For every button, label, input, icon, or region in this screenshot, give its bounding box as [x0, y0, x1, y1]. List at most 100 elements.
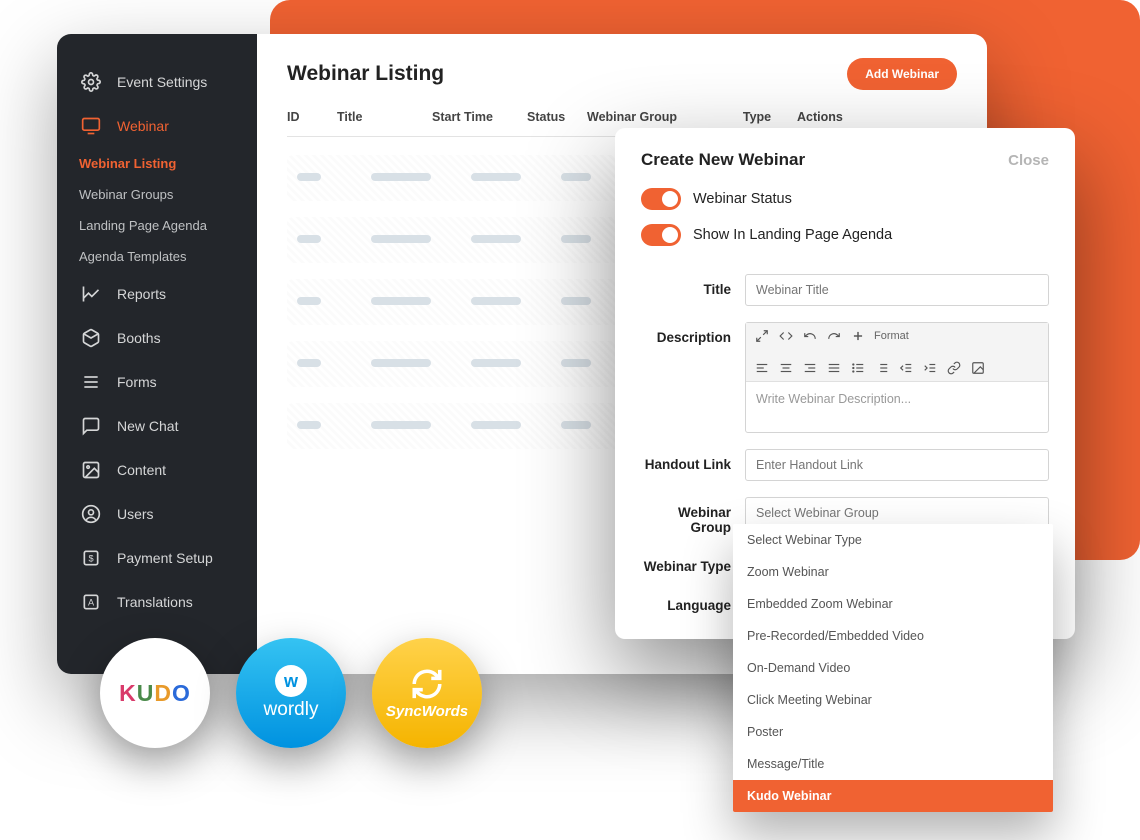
- sidebar-item-content[interactable]: Content: [57, 448, 257, 492]
- chart-icon: [79, 284, 103, 304]
- align-center-icon[interactable]: [778, 360, 794, 376]
- kudo-logo: KUDO: [100, 638, 210, 748]
- field-label: Webinar Group: [641, 497, 745, 535]
- field-label: Webinar Type: [641, 551, 745, 574]
- user-icon: [79, 504, 103, 524]
- toggle-webinar-status-row: Webinar Status: [641, 188, 1049, 210]
- plus-icon[interactable]: [850, 328, 866, 344]
- kudo-logo-text: KUDO: [119, 680, 191, 707]
- col-type: Type: [717, 110, 797, 124]
- gear-icon: [79, 72, 103, 92]
- col-start-time: Start Time: [432, 110, 527, 124]
- field-label: Description: [641, 322, 745, 345]
- svg-text:$: $: [88, 553, 93, 563]
- sidebar-sub-webinar-groups[interactable]: Webinar Groups: [57, 179, 257, 210]
- sidebar-item-translations[interactable]: A Translations: [57, 580, 257, 624]
- sidebar-item-label: Reports: [117, 286, 166, 302]
- create-panel-title: Create New Webinar: [641, 150, 805, 170]
- sidebar-item-label: Users: [117, 506, 154, 522]
- dropdown-option[interactable]: Embedded Zoom Webinar: [733, 588, 1053, 620]
- sidebar-sub-landing-page-agenda[interactable]: Landing Page Agenda: [57, 210, 257, 241]
- image-insert-icon[interactable]: [970, 360, 986, 376]
- editor-toolbar: Format: [746, 323, 1048, 382]
- image-icon: [79, 460, 103, 480]
- wordly-logo-text: wordly: [264, 699, 319, 721]
- undo-icon[interactable]: [802, 328, 818, 344]
- sidebar-item-label: Forms: [117, 374, 157, 390]
- dropdown-option[interactable]: Pre-Recorded/Embedded Video: [733, 620, 1053, 652]
- sidebar-item-label: Content: [117, 462, 166, 478]
- dollar-icon: $: [79, 548, 103, 568]
- page-header: Webinar Listing Add Webinar: [287, 58, 957, 90]
- sidebar-item-label: Translations: [117, 594, 193, 610]
- title-input[interactable]: [745, 274, 1049, 306]
- link-icon[interactable]: [946, 360, 962, 376]
- col-actions: Actions: [797, 110, 877, 124]
- sidebar-item-label: New Chat: [117, 418, 178, 434]
- sidebar-item-booths[interactable]: Booths: [57, 316, 257, 360]
- sidebar-item-webinar[interactable]: Webinar: [57, 104, 257, 148]
- align-justify-icon[interactable]: [826, 360, 842, 376]
- list-icon: [79, 372, 103, 392]
- dropdown-option[interactable]: Poster: [733, 716, 1053, 748]
- wordly-logo: w wordly: [236, 638, 346, 748]
- field-label: Handout Link: [641, 449, 745, 472]
- wordly-icon: w: [275, 665, 307, 697]
- code-icon[interactable]: [778, 328, 794, 344]
- field-description-row: Description Format: [641, 322, 1049, 433]
- toggle-label: Webinar Status: [693, 191, 792, 207]
- toggle-show-agenda[interactable]: [641, 224, 681, 246]
- expand-icon[interactable]: [754, 328, 770, 344]
- field-handout-row: Handout Link: [641, 449, 1049, 481]
- dropdown-option[interactable]: Message/Title: [733, 748, 1053, 780]
- toggle-webinar-status[interactable]: [641, 188, 681, 210]
- create-panel-header: Create New Webinar Close: [641, 150, 1049, 170]
- col-group: Webinar Group: [587, 110, 717, 124]
- sidebar-item-reports[interactable]: Reports: [57, 272, 257, 316]
- rich-text-editor: Format Write Webinar Description...: [745, 322, 1049, 433]
- sidebar-item-users[interactable]: Users: [57, 492, 257, 536]
- field-label: Language: [641, 590, 745, 613]
- handout-link-input[interactable]: [745, 449, 1049, 481]
- dropdown-option[interactable]: Select Webinar Type: [733, 524, 1053, 556]
- col-title: Title: [337, 110, 432, 124]
- syncwords-logo: SyncWords: [372, 638, 482, 748]
- indent-icon[interactable]: [922, 360, 938, 376]
- field-title-row: Title: [641, 274, 1049, 306]
- sidebar-item-event-settings[interactable]: Event Settings: [57, 60, 257, 104]
- bullet-list-icon[interactable]: [850, 360, 866, 376]
- close-button[interactable]: Close: [1008, 152, 1049, 169]
- sidebar-sub-agenda-templates[interactable]: Agenda Templates: [57, 241, 257, 272]
- sidebar: Event Settings Webinar Webinar Listing W…: [57, 34, 257, 674]
- translate-icon: A: [79, 592, 103, 612]
- sidebar-item-payment-setup[interactable]: $ Payment Setup: [57, 536, 257, 580]
- sidebar-sub-webinar-listing[interactable]: Webinar Listing: [57, 148, 257, 179]
- svg-text:A: A: [88, 597, 95, 607]
- col-id: ID: [287, 110, 337, 124]
- webinar-type-dropdown: Select Webinar Type Zoom Webinar Embedde…: [733, 524, 1053, 812]
- sidebar-item-forms[interactable]: Forms: [57, 360, 257, 404]
- sync-icon: [410, 667, 444, 701]
- outdent-icon[interactable]: [898, 360, 914, 376]
- toggle-show-agenda-row: Show In Landing Page Agenda: [641, 224, 1049, 246]
- numbered-list-icon[interactable]: [874, 360, 890, 376]
- box-icon: [79, 328, 103, 348]
- redo-icon[interactable]: [826, 328, 842, 344]
- dropdown-option[interactable]: Click Meeting Webinar: [733, 684, 1053, 716]
- col-status: Status: [527, 110, 587, 124]
- chat-icon: [79, 416, 103, 436]
- add-webinar-button[interactable]: Add Webinar: [847, 58, 957, 90]
- page-title: Webinar Listing: [287, 62, 444, 86]
- dropdown-option-selected[interactable]: Kudo Webinar: [733, 780, 1053, 812]
- description-input[interactable]: Write Webinar Description...: [746, 382, 1048, 432]
- align-right-icon[interactable]: [802, 360, 818, 376]
- dropdown-option[interactable]: On-Demand Video: [733, 652, 1053, 684]
- field-label: Title: [641, 274, 745, 297]
- sidebar-item-new-chat[interactable]: New Chat: [57, 404, 257, 448]
- toggle-label: Show In Landing Page Agenda: [693, 227, 892, 243]
- align-left-icon[interactable]: [754, 360, 770, 376]
- monitor-icon: [79, 116, 103, 136]
- dropdown-option[interactable]: Zoom Webinar: [733, 556, 1053, 588]
- syncwords-logo-text: SyncWords: [386, 703, 468, 720]
- format-dropdown[interactable]: Format: [874, 330, 909, 342]
